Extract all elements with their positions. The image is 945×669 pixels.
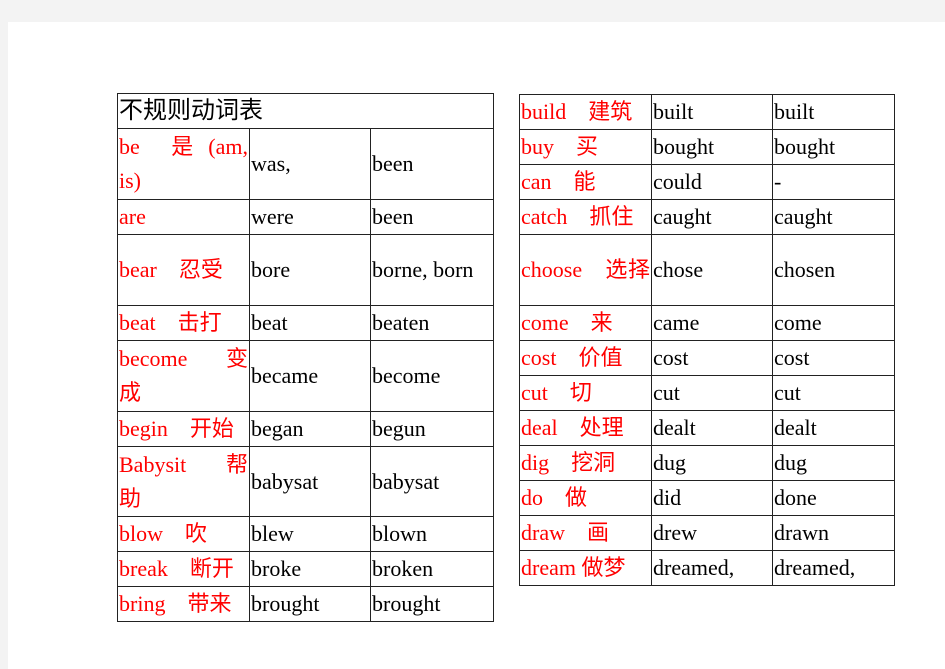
verb-cell: dream 做梦 [519, 550, 652, 586]
table-row: do 做 did done [519, 480, 895, 516]
participle-cell: broken [370, 551, 494, 587]
table-row: choose 选择 chose chosen [519, 234, 895, 306]
verb-cell: bear 忍受 [117, 234, 250, 306]
verb-cell: cost 价值 [519, 340, 652, 376]
verb-cell: bring 带来 [117, 586, 250, 622]
table-row: blow 吹 blew blown [117, 516, 494, 552]
participle-cell: begun [370, 411, 494, 447]
table-title: 不规则动词表 [117, 93, 494, 129]
verb-cell: do 做 [519, 480, 652, 516]
table-row: draw 画 drew drawn [519, 515, 895, 551]
verb-cell: begin 开始 [117, 411, 250, 447]
verb-cell: blow 吹 [117, 516, 250, 552]
past-cell: chose [651, 234, 773, 306]
table-row: cut 切 cut cut [519, 375, 895, 411]
past-cell: began [249, 411, 371, 447]
table-row: begin 开始 began begun [117, 411, 494, 447]
table-title-row: 不规则动词表 [117, 93, 494, 129]
participle-cell: been [370, 128, 494, 200]
past-cell: brought [249, 586, 371, 622]
table-row: dig 挖洞 dug dug [519, 445, 895, 481]
table-row: dream 做梦 dreamed, dreamed, [519, 550, 895, 586]
table-row: become 变成 became become [117, 340, 494, 412]
past-cell: cut [651, 375, 773, 411]
irregular-verbs-table-left: 不规则动词表 be 是 (am, is) was, been are were … [117, 93, 494, 622]
participle-cell: come [772, 305, 895, 341]
participle-cell: dug [772, 445, 895, 481]
participle-cell: caught [772, 199, 895, 235]
table-row: build 建筑 built built [519, 94, 895, 130]
past-cell: became [249, 340, 371, 412]
verb-cell: catch 抓住 [519, 199, 652, 235]
participle-cell: blown [370, 516, 494, 552]
participle-cell: drawn [772, 515, 895, 551]
participle-cell: brought [370, 586, 494, 622]
past-cell: could [651, 164, 773, 200]
table-row: bear 忍受 bore borne, born [117, 234, 494, 306]
participle-cell: borne, born [370, 234, 494, 306]
participle-cell: babysat [370, 446, 494, 517]
table-row: beat 击打 beat beaten [117, 305, 494, 341]
past-cell: dug [651, 445, 773, 481]
past-cell: dealt [651, 410, 773, 446]
table-row: be 是 (am, is) was, been [117, 128, 494, 200]
verb-cell: build 建筑 [519, 94, 652, 130]
verb-cell: cut 切 [519, 375, 652, 411]
past-cell: babysat [249, 446, 371, 517]
participle-cell: done [772, 480, 895, 516]
table-row: Babysit 帮助 babysat babysat [117, 446, 494, 517]
verb-cell: draw 画 [519, 515, 652, 551]
participle-cell: chosen [772, 234, 895, 306]
past-cell: blew [249, 516, 371, 552]
table-row: cost 价值 cost cost [519, 340, 895, 376]
participle-cell: beaten [370, 305, 494, 341]
table-row: deal 处理 dealt dealt [519, 410, 895, 446]
participle-cell: bought [772, 129, 895, 165]
participle-cell: dealt [772, 410, 895, 446]
past-cell: beat [249, 305, 371, 341]
verb-cell: are [117, 199, 250, 235]
verb-cell: dig 挖洞 [519, 445, 652, 481]
verb-cell: break 断开 [117, 551, 250, 587]
participle-cell: cut [772, 375, 895, 411]
table-row: bring 带来 brought brought [117, 586, 494, 622]
past-cell: bore [249, 234, 371, 306]
verb-cell: Babysit 帮助 [117, 446, 250, 517]
past-cell: dreamed, [651, 550, 773, 586]
past-cell: bought [651, 129, 773, 165]
verb-cell: be 是 (am, is) [117, 128, 250, 200]
verb-cell: choose 选择 [519, 234, 652, 306]
verb-cell: become 变成 [117, 340, 250, 412]
past-cell: cost [651, 340, 773, 376]
table-row: are were been [117, 199, 494, 235]
past-cell: were [249, 199, 371, 235]
participle-cell: - [772, 164, 895, 200]
irregular-verbs-table-right: build 建筑 built built buy 买 bought bought… [519, 94, 895, 586]
table-row: can 能 could - [519, 164, 895, 200]
table-row: catch 抓住 caught caught [519, 199, 895, 235]
verb-cell: buy 买 [519, 129, 652, 165]
verb-cell: beat 击打 [117, 305, 250, 341]
participle-cell: dreamed, [772, 550, 895, 586]
table-row: buy 买 bought bought [519, 129, 895, 165]
participle-cell: become [370, 340, 494, 412]
past-cell: was, [249, 128, 371, 200]
past-cell: broke [249, 551, 371, 587]
past-cell: drew [651, 515, 773, 551]
participle-cell: built [772, 94, 895, 130]
past-cell: came [651, 305, 773, 341]
verb-cell: can 能 [519, 164, 652, 200]
table-row: break 断开 broke broken [117, 551, 494, 587]
past-cell: did [651, 480, 773, 516]
participle-cell: cost [772, 340, 895, 376]
table-row: come 来 came come [519, 305, 895, 341]
past-cell: caught [651, 199, 773, 235]
past-cell: built [651, 94, 773, 130]
verb-cell: deal 处理 [519, 410, 652, 446]
participle-cell: been [370, 199, 494, 235]
verb-cell: come 来 [519, 305, 652, 341]
document-page: 不规则动词表 be 是 (am, is) was, been are were … [8, 22, 945, 669]
